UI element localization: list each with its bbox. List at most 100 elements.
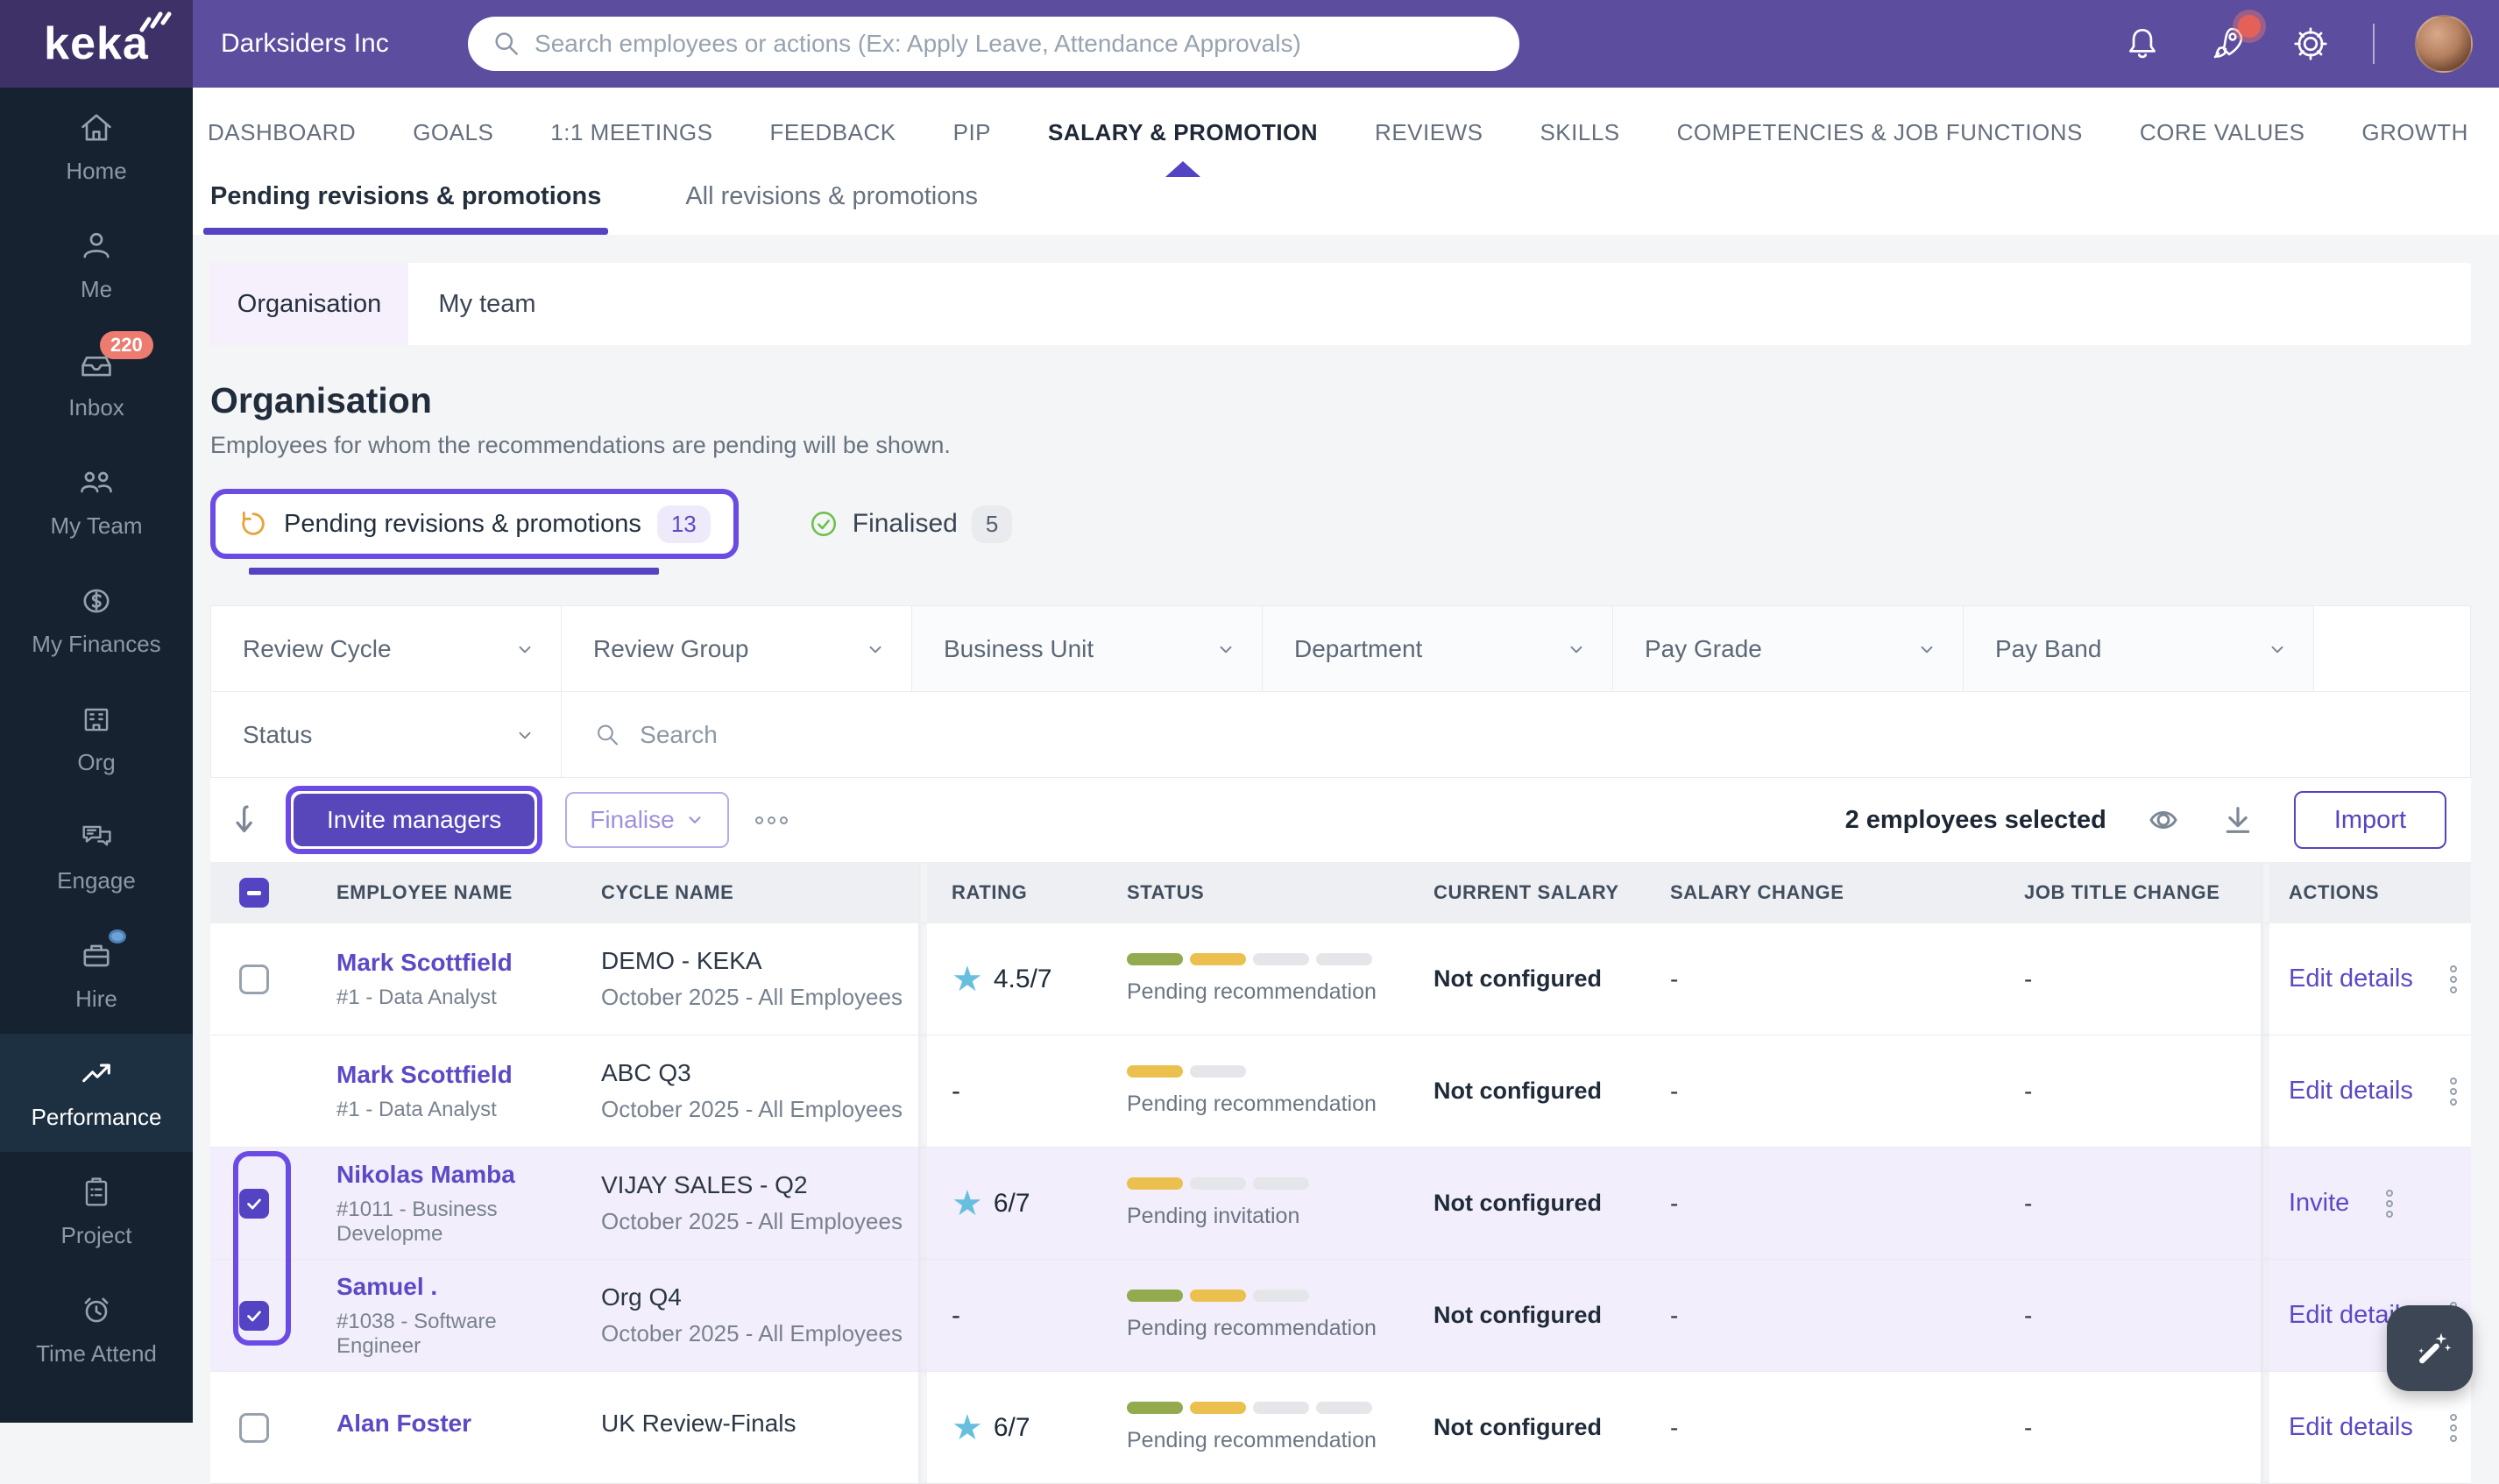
- company-name[interactable]: Darksiders Inc: [221, 29, 389, 59]
- row-checkbox[interactable]: [239, 965, 269, 994]
- performance-trend-icon: [77, 1055, 116, 1093]
- employee-name-link[interactable]: Alan Foster: [336, 1410, 563, 1438]
- page-title: Organisation: [210, 380, 2471, 421]
- tab-skills[interactable]: SKILLS: [1540, 88, 1619, 177]
- col-job-title-change: JOB TITLE CHANGE: [2000, 881, 2261, 904]
- chevron-down-icon: [1216, 640, 1235, 659]
- sidebar-item-time-attend[interactable]: Time Attend: [0, 1270, 193, 1389]
- chevron-down-icon: [1917, 640, 1936, 659]
- global-search-input[interactable]: [534, 30, 1497, 58]
- edit-details-link[interactable]: Edit details: [2289, 1413, 2413, 1442]
- sidebar-item-project[interactable]: Project: [0, 1152, 193, 1270]
- sidebar-item-engage[interactable]: Engage: [0, 797, 193, 915]
- scope-my-team[interactable]: My team: [408, 263, 566, 345]
- subtab-pending-revisions[interactable]: Pending revisions & promotions: [210, 177, 601, 235]
- tab-feedback[interactable]: FEEDBACK: [769, 88, 896, 177]
- status-tabs: Pending revisions & promotions 13 Finali…: [210, 489, 2471, 559]
- announcements-rocket-icon[interactable]: [2205, 22, 2248, 66]
- invite-managers-button[interactable]: Invite managers: [294, 794, 534, 846]
- hire-notification-dot: [109, 929, 126, 943]
- scope-organisation[interactable]: Organisation: [210, 263, 408, 345]
- status-progress-bar: [1127, 1402, 1409, 1414]
- sidebar-item-home[interactable]: Home: [0, 88, 193, 206]
- employee-name-link[interactable]: Samuel .: [336, 1273, 563, 1301]
- view-columns-eye-icon[interactable]: [2145, 802, 2182, 838]
- select-all-checkbox[interactable]: [239, 878, 269, 908]
- table-search-input[interactable]: [640, 721, 2439, 749]
- team-people-icon: [77, 463, 116, 502]
- filter-status[interactable]: Status: [211, 692, 562, 777]
- table-search[interactable]: [562, 692, 2470, 777]
- time-attend-clock-icon: [77, 1291, 116, 1330]
- tab-salary-promotion[interactable]: SALARY & PROMOTION: [1048, 88, 1318, 177]
- tab-competencies-job-functions[interactable]: COMPETENCIES & JOB FUNCTIONS: [1677, 88, 2083, 177]
- notifications-bell-icon[interactable]: [2120, 22, 2164, 66]
- sidebar-item-org[interactable]: Org: [0, 679, 193, 797]
- ai-assistant-wand-button[interactable]: [2387, 1305, 2473, 1391]
- finalise-button[interactable]: Finalise: [565, 792, 728, 848]
- more-actions-icon[interactable]: [755, 816, 788, 824]
- sort-download-arrow-icon[interactable]: [230, 801, 265, 839]
- sidebar-item-my-team[interactable]: My Team: [0, 442, 193, 561]
- row-kebab-menu-icon[interactable]: [2450, 1078, 2457, 1106]
- home-icon: [77, 109, 116, 147]
- global-search[interactable]: [468, 17, 1519, 71]
- keka-logo[interactable]: keka: [0, 0, 193, 88]
- tab-reviews[interactable]: REVIEWS: [1375, 88, 1483, 177]
- scope-toggle: Organisation My team: [210, 263, 2471, 345]
- page-subtitle: Employees for whom the recommendations a…: [210, 432, 2471, 459]
- chevron-down-icon: [1567, 640, 1586, 659]
- invite-managers-highlight: Invite managers: [286, 786, 542, 854]
- sidebar-item-performance[interactable]: Performance: [0, 1034, 193, 1152]
- status-tab-finalised[interactable]: Finalised 5: [809, 505, 1013, 543]
- row-kebab-menu-icon[interactable]: [2386, 1190, 2393, 1218]
- import-button[interactable]: Import: [2294, 791, 2446, 849]
- status-progress-bar: [1127, 1177, 1409, 1190]
- settings-gear-icon[interactable]: [2289, 22, 2333, 66]
- tab-goals[interactable]: GOALS: [413, 88, 493, 177]
- filter-pay-grade[interactable]: Pay Grade: [1613, 606, 1964, 691]
- filter-business-unit[interactable]: Business Unit: [912, 606, 1263, 691]
- sidebar-item-me[interactable]: Me: [0, 206, 193, 324]
- status-tab-pending[interactable]: Pending revisions & promotions 13: [210, 489, 739, 559]
- search-icon: [491, 27, 522, 60]
- employee-name-link[interactable]: Mark Scottfield: [336, 949, 563, 977]
- employee-name-link[interactable]: Nikolas Mamba: [336, 1161, 563, 1189]
- filter-pay-band[interactable]: Pay Band: [1964, 606, 2314, 691]
- filter-department[interactable]: Department: [1263, 606, 1613, 691]
- row-checkbox[interactable]: [239, 1413, 269, 1443]
- inbox-count-badge: 220: [100, 331, 153, 359]
- sidebar-item-hire[interactable]: Hire: [0, 915, 193, 1034]
- tab-dashboard[interactable]: DASHBOARD: [208, 88, 356, 177]
- download-icon[interactable]: [2220, 802, 2255, 837]
- active-status-tab-underline: [249, 568, 659, 575]
- subtab-all-revisions[interactable]: All revisions & promotions: [685, 177, 978, 235]
- edit-details-link[interactable]: Edit details: [2289, 965, 2413, 993]
- row-kebab-menu-icon[interactable]: [2450, 965, 2457, 993]
- tab-core-values[interactable]: CORE VALUES: [2140, 88, 2305, 177]
- row-checkbox[interactable]: [239, 1189, 269, 1219]
- tab-1-1-meetings[interactable]: 1:1 MEETINGS: [550, 88, 712, 177]
- row-checkbox[interactable]: [239, 1301, 269, 1331]
- selected-count-text: 2 employees selected: [1845, 806, 2106, 835]
- rating-star-icon: ★: [952, 1410, 983, 1445]
- table-row: Mark Scottfield#1 - Data Analyst ABC Q3O…: [210, 1035, 2471, 1148]
- sidebar-item-inbox[interactable]: 220 Inbox: [0, 324, 193, 442]
- tab-pip[interactable]: PIP: [953, 88, 991, 177]
- filter-review-group[interactable]: Review Group: [562, 606, 912, 691]
- table-row: Samuel .#1038 - Software Engineer Org Q4…: [210, 1260, 2471, 1372]
- edit-details-link[interactable]: Edit details: [2289, 1077, 2413, 1106]
- filter-review-cycle[interactable]: Review Cycle: [211, 606, 562, 691]
- hire-briefcase-icon: [77, 936, 116, 975]
- col-current-salary: CURRENT SALARY: [1409, 881, 1646, 904]
- invite-link[interactable]: Invite: [2289, 1189, 2349, 1218]
- col-salary-change: SALARY CHANGE: [1646, 881, 2000, 904]
- tab-growth[interactable]: GROWTH: [2361, 88, 2467, 177]
- employee-name-link[interactable]: Mark Scottfield: [336, 1061, 563, 1089]
- user-avatar[interactable]: [2415, 15, 2473, 73]
- salary-promotion-subtabs: Pending revisions & promotions All revis…: [193, 177, 2499, 235]
- table-row: Nikolas Mamba#1011 - Business Developme …: [210, 1148, 2471, 1260]
- sidebar-item-my-finances[interactable]: My Finances: [0, 561, 193, 679]
- org-building-icon: [77, 700, 116, 738]
- row-kebab-menu-icon[interactable]: [2450, 1414, 2457, 1442]
